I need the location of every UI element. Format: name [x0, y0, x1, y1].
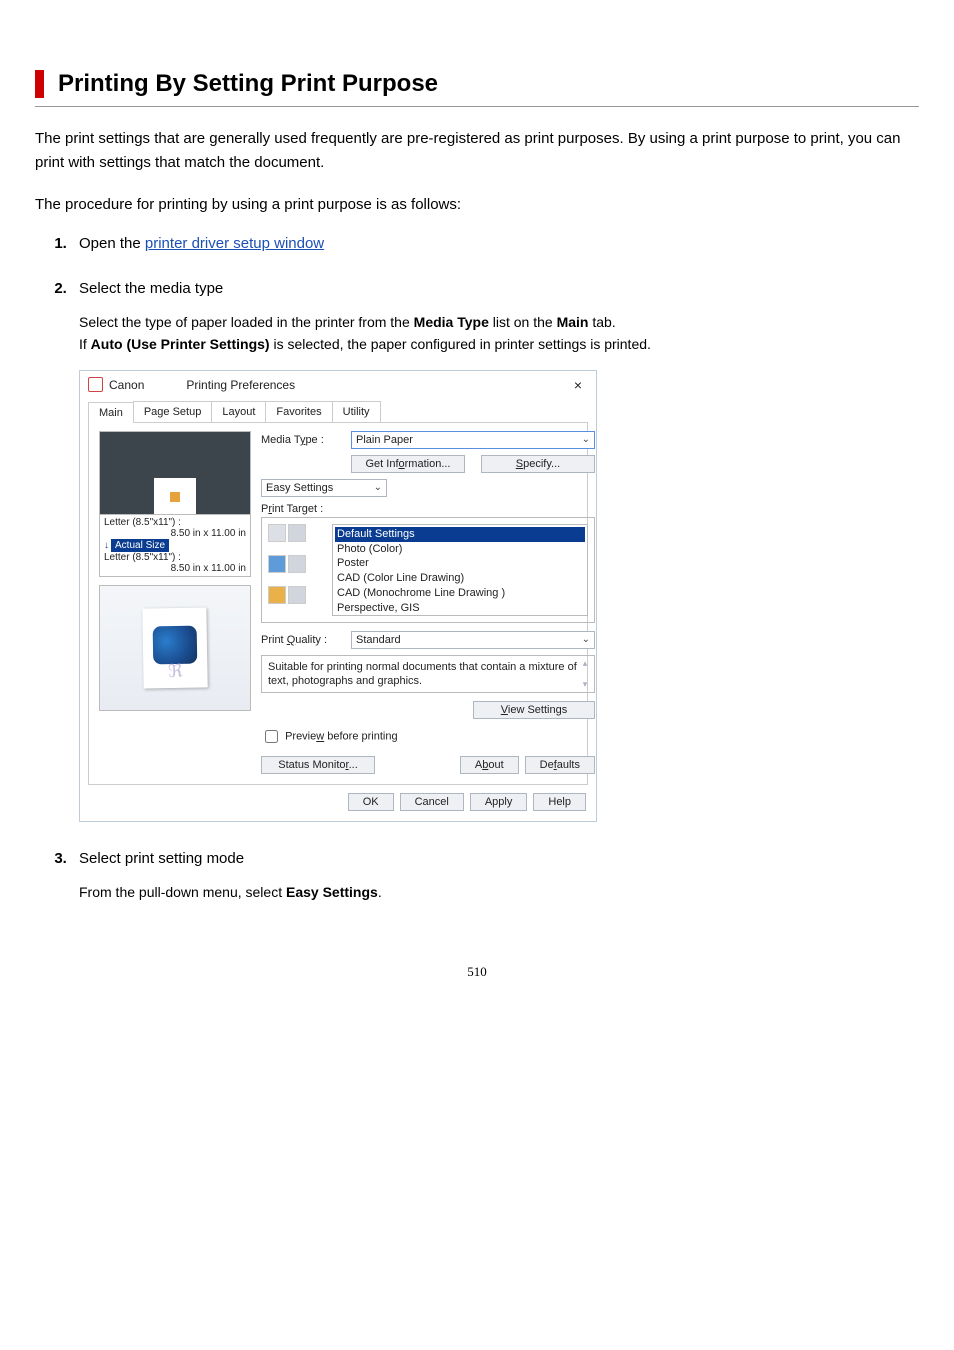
step-3-text-a: From the pull-down menu, select: [79, 884, 286, 900]
preview-wave-graphic: [153, 625, 198, 664]
preview-letter1: Letter (8.5"x11") :: [104, 517, 246, 528]
settings-mode-select[interactable]: Easy Settings ⌄: [261, 479, 387, 497]
step-2: Select the media type Select the type of…: [71, 280, 919, 822]
thumb-icon: [268, 524, 286, 542]
target-thumbnails: [268, 524, 324, 616]
status-monitor-button[interactable]: Status Monitor...: [261, 756, 375, 774]
ok-button[interactable]: OK: [348, 793, 394, 811]
dialog-title-spacer: [144, 379, 186, 390]
step-2-line2-b: Auto (Use Printer Settings): [91, 336, 270, 352]
intro-paragraph-2: The procedure for printing by using a pr…: [35, 193, 919, 217]
dialog-title-pref: Printing Preferences: [186, 378, 295, 392]
step-2-line2-a: If: [79, 336, 91, 352]
thumb-icon: [288, 555, 306, 573]
step-2-line2-c: is selected, the paper configured in pri…: [270, 336, 651, 352]
preview-dim1: 8.50 in x 11.00 in: [104, 528, 246, 539]
print-quality-label: Print Quality :: [261, 634, 343, 646]
page-number: 510: [35, 964, 919, 980]
cancel-button[interactable]: Cancel: [400, 793, 464, 811]
print-quality-select[interactable]: Standard ⌄: [351, 631, 595, 649]
description-scrollbar[interactable]: ▴▾: [578, 658, 592, 691]
right-column: Media Type : Plain Paper ⌄ Get Informati…: [261, 431, 595, 775]
dialog-titlebar: Canon Printing Preferences ×: [80, 371, 596, 397]
settings-mode-value: Easy Settings: [266, 482, 333, 494]
target-default-settings[interactable]: Default Settings: [335, 527, 585, 542]
help-button[interactable]: Help: [533, 793, 586, 811]
specify-button[interactable]: Specify...: [481, 455, 595, 473]
media-type-label: Media Type :: [261, 434, 343, 446]
target-photo-color[interactable]: Photo (Color): [335, 542, 585, 557]
about-button[interactable]: About: [460, 756, 519, 774]
preview-before-printing-label: Preview before printing: [285, 731, 398, 743]
dialog-body: Letter (8.5"x11") : 8.50 in x 11.00 in ↓…: [88, 422, 588, 786]
chevron-down-icon: ⌄: [582, 434, 590, 445]
scroll-up-icon: ▴: [583, 658, 588, 670]
target-cad-mono[interactable]: CAD (Monochrome Line Drawing ): [335, 586, 585, 601]
step-1: Open the printer driver setup window: [71, 235, 919, 252]
scroll-down-icon: ▾: [583, 679, 588, 691]
print-target-box: Default Settings Photo (Color) Poster CA…: [261, 517, 595, 623]
step-3-body: From the pull-down menu, select Easy Set…: [79, 881, 919, 903]
step-3: Select print setting mode From the pull-…: [71, 850, 919, 903]
step-2-line1-b: Media Type: [414, 314, 489, 330]
lower-preview-box: ℜ: [99, 585, 251, 711]
thumb-icon: [288, 524, 306, 542]
step-1-text: Open the: [79, 235, 145, 252]
step-2-body: Select the type of paper loaded in the p…: [79, 311, 919, 356]
step-2-line1-c: list on the: [489, 314, 557, 330]
actual-size-label: Actual Size: [111, 539, 169, 552]
close-icon[interactable]: ×: [568, 377, 588, 393]
step-3-text-b: Easy Settings: [286, 884, 378, 900]
target-perspective-gis[interactable]: Perspective, GIS: [335, 601, 585, 616]
tab-main[interactable]: Main: [88, 402, 134, 423]
print-target-description: Suitable for printing normal documents t…: [261, 655, 595, 694]
preview-glyph-icon: ℜ: [168, 661, 183, 682]
thumb-icon: [288, 586, 306, 604]
dialog-footer: OK Cancel Apply Help: [80, 793, 596, 821]
description-text: Suitable for printing normal documents t…: [268, 661, 577, 687]
view-settings-button[interactable]: View Settings: [473, 701, 595, 719]
media-type-select[interactable]: Plain Paper ⌄: [351, 431, 595, 449]
canon-icon: [88, 377, 103, 392]
apply-button[interactable]: Apply: [470, 793, 528, 811]
step-2-line1-d: Main: [557, 314, 589, 330]
printing-preferences-dialog: Canon Printing Preferences × Main Page S…: [79, 370, 597, 823]
preview-caption: Letter (8.5"x11") : 8.50 in x 11.00 in ↓…: [100, 514, 250, 576]
preview-letter2: Letter (8.5"x11") :: [104, 552, 246, 563]
down-arrow-icon: ↓: [104, 540, 109, 551]
printer-driver-setup-link[interactable]: printer driver setup window: [145, 235, 324, 252]
print-quality-value: Standard: [356, 634, 401, 646]
tab-favorites[interactable]: Favorites: [265, 401, 332, 422]
media-type-value: Plain Paper: [356, 434, 413, 446]
upper-preview-box: Letter (8.5"x11") : 8.50 in x 11.00 in ↓…: [99, 431, 251, 577]
output-preview-page: ℜ: [142, 607, 207, 688]
page-heading-bar: Printing By Setting Print Purpose: [35, 70, 919, 107]
tab-page-setup[interactable]: Page Setup: [133, 401, 213, 422]
tab-layout[interactable]: Layout: [211, 401, 266, 422]
step-2-title: Select the media type: [79, 280, 919, 297]
intro-paragraph-1: The print settings that are generally us…: [35, 127, 919, 175]
page-heading: Printing By Setting Print Purpose: [35, 70, 919, 98]
chevron-down-icon: ⌄: [374, 482, 382, 493]
step-2-line1-a: Select the type of paper loaded in the p…: [79, 314, 414, 330]
print-target-label: Print Target :: [261, 503, 595, 515]
target-cad-color[interactable]: CAD (Color Line Drawing): [335, 571, 585, 586]
print-target-list[interactable]: Default Settings Photo (Color) Poster CA…: [332, 524, 588, 616]
preview-before-printing-checkbox[interactable]: [265, 730, 278, 743]
defaults-button[interactable]: Defaults: [525, 756, 595, 774]
tab-utility[interactable]: Utility: [332, 401, 381, 422]
steps-list: Open the printer driver setup window Sel…: [35, 235, 919, 904]
dialog-title-canon: Canon: [109, 378, 144, 392]
left-column: Letter (8.5"x11") : 8.50 in x 11.00 in ↓…: [99, 431, 251, 775]
dialog-tabs: Main Page Setup Layout Favorites Utility: [80, 397, 596, 422]
step-3-text-c: .: [378, 884, 382, 900]
thumb-icon: [268, 555, 286, 573]
target-poster[interactable]: Poster: [335, 556, 585, 571]
step-3-title: Select print setting mode: [79, 850, 919, 867]
chevron-down-icon: ⌄: [582, 634, 590, 645]
thumb-icon: [268, 586, 286, 604]
preview-dim2: 8.50 in x 11.00 in: [104, 563, 246, 574]
get-information-button[interactable]: Get Information...: [351, 455, 465, 473]
step-2-line1-e: tab.: [588, 314, 615, 330]
